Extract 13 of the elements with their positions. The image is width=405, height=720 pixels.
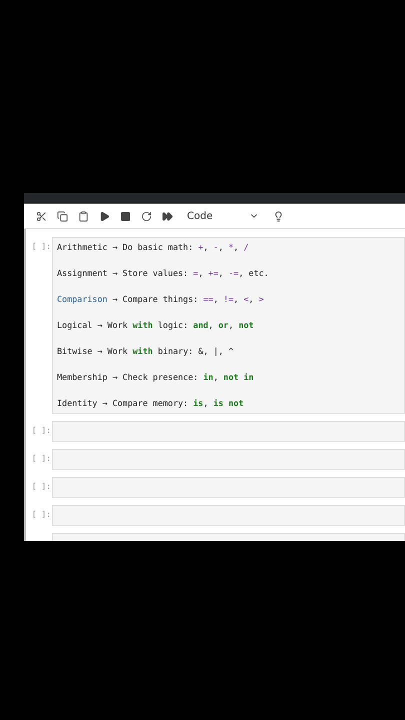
code-line: Comparison → Compare things: ==, !=, <, >: [57, 293, 265, 306]
code-line: Logical → Work with logic: and, or, not: [57, 319, 255, 332]
cell-prompt: [ ]:: [30, 509, 51, 519]
cell-prompt: [ ]:: [30, 453, 51, 463]
cell-prompt: [ ]:: [30, 425, 51, 435]
code-line: Bitwise → Work with binary: &, |, ^: [57, 345, 234, 358]
cell-type-dropdown[interactable]: Code: [183, 210, 263, 222]
code-line: Arithmetic → Do basic math: +, -, *, /: [57, 241, 250, 254]
code-line: Assignment → Store values: =, +=, -=, etc.: [57, 267, 270, 280]
code-line: Membership → Check presence: in, not in: [57, 371, 255, 384]
code-line: Identity → Compare memory: is, is not: [57, 397, 245, 410]
cell-prompt: [ ]:: [30, 241, 51, 251]
cell-prompt: [ ]:: [30, 481, 51, 491]
